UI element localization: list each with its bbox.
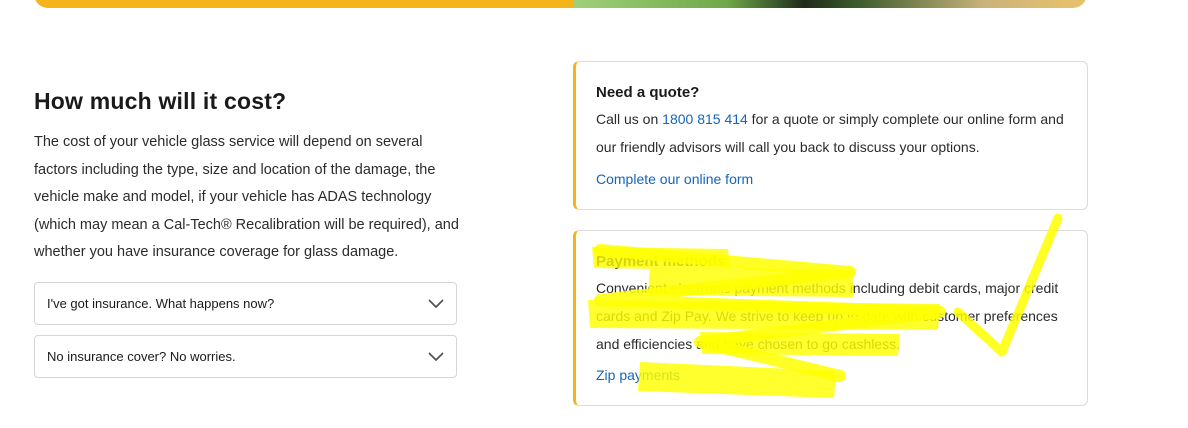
phone-link[interactable]: 1800 815 414: [662, 111, 748, 127]
cost-description: The cost of your vehicle glass service w…: [34, 134, 459, 260]
banner-image: [573, 0, 1087, 8]
payment-card-title: Payment methods: [596, 253, 726, 270]
quote-text-before: Call us on: [596, 111, 663, 127]
chevron-down-icon: [428, 349, 444, 365]
payment-card: Payment methods Convenient electronic pa…: [573, 230, 1088, 406]
accordion-insurance[interactable]: I've got insurance. What happens now?: [34, 282, 457, 325]
hero-banner: [34, 0, 1087, 8]
quote-card-text: Call us on 1800 815 414 for a quote or s…: [596, 105, 1076, 161]
payment-card-text: Convenient electronic payment methods in…: [596, 280, 1059, 352]
chevron-down-icon: [428, 296, 444, 312]
cost-heading: How much will it cost?: [34, 88, 287, 114]
accordion-insurance-label: I've got insurance. What happens now?: [47, 296, 275, 311]
quote-card: Need a quote? Call us on 1800 815 414 fo…: [573, 61, 1088, 210]
quote-card-title: Need a quote?: [596, 84, 700, 101]
online-form-link[interactable]: Complete our online form: [596, 171, 753, 187]
banner-accent-strip: [34, 0, 573, 8]
cost-section: How much will it cost? The cost of your …: [34, 88, 464, 267]
zip-payments-link[interactable]: Zip payments: [596, 367, 680, 383]
accordion-no-insurance[interactable]: No insurance cover? No worries.: [34, 335, 457, 378]
accordion-no-insurance-label: No insurance cover? No worries.: [47, 349, 236, 364]
